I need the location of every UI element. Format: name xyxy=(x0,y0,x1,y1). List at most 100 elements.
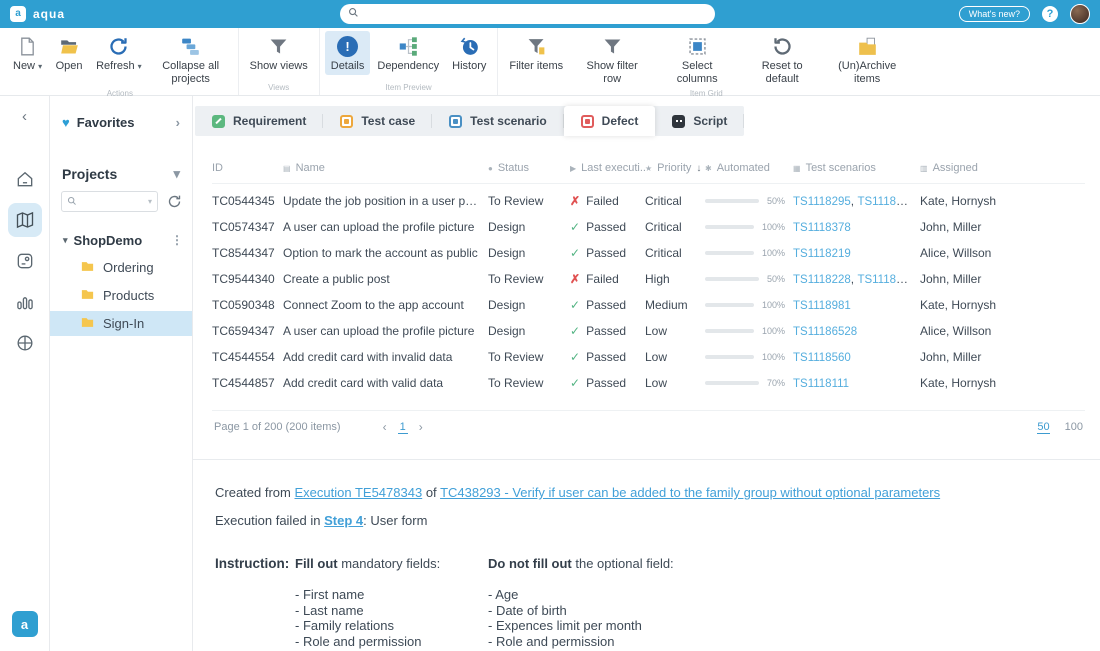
refresh-button[interactable]: Refresh ▾ xyxy=(90,31,148,75)
instruction-item: - First name xyxy=(295,587,488,603)
tab-test-scenario[interactable]: Test scenario xyxy=(432,106,563,136)
rail-release-icon[interactable] xyxy=(8,244,42,278)
aqua-logo-icon[interactable]: a xyxy=(12,611,38,637)
filter-items-icon xyxy=(523,35,549,57)
un-archive-items-button[interactable]: (Un)Archive items xyxy=(825,31,909,87)
global-search[interactable] xyxy=(340,4,715,24)
scenario-link[interactable]: TS1118295 xyxy=(793,196,851,208)
projects-section-header[interactable]: Projects ▾ xyxy=(50,166,192,182)
dependency-button[interactable]: Dependency xyxy=(371,31,445,75)
current-page[interactable]: 1 xyxy=(398,421,408,434)
whats-new-button[interactable]: What's new? xyxy=(959,6,1030,22)
column-header-status[interactable]: ●Status xyxy=(488,162,570,174)
page-size-50[interactable]: 50 xyxy=(1037,421,1049,434)
rail-chart-icon[interactable] xyxy=(8,285,42,319)
favorites-label: Favorites xyxy=(77,115,135,130)
progress-bar xyxy=(705,277,759,281)
testcase-link[interactable]: TC438293 - Verify if user can be added t… xyxy=(440,485,940,500)
instruction-item: - Last name xyxy=(295,603,488,619)
filter-row-icon xyxy=(599,35,625,57)
show-filter-row-button[interactable]: Show filter row xyxy=(570,31,654,87)
chevron-down-icon[interactable]: ▾ xyxy=(173,166,180,182)
instruction-block: Instruction: Fill out mandatory fields:-… xyxy=(215,556,1080,649)
person-icon: ▥ xyxy=(920,164,928,173)
cell-status: Design xyxy=(488,246,570,260)
rail-home-icon[interactable] xyxy=(8,162,42,196)
history-button[interactable]: History xyxy=(446,31,492,75)
tree-item-products[interactable]: Products xyxy=(50,283,192,308)
new-button[interactable]: New ▾ xyxy=(7,31,48,75)
scenario-link[interactable]: TS1118111 xyxy=(793,378,849,390)
created-from-line: Created from Execution TE5478343 of TC43… xyxy=(215,483,1080,503)
kebab-menu-icon[interactable]: ⋮ xyxy=(171,233,183,247)
column-header-name[interactable]: ▤Name xyxy=(283,162,488,174)
search-icon xyxy=(348,5,359,23)
table-row[interactable]: TC4544554Add credit card with invalid da… xyxy=(212,344,1085,370)
help-icon[interactable]: ? xyxy=(1042,6,1058,22)
chevron-down-icon[interactable]: ▾ xyxy=(148,197,152,206)
column-header-last-executi[interactable]: ▶Last executi... xyxy=(570,162,645,174)
table-row[interactable]: TC8544347Option to mark the account as p… xyxy=(212,240,1085,266)
collapse-sidebar-icon[interactable]: ‹ xyxy=(22,108,27,125)
select-columns-icon xyxy=(684,35,710,57)
cell-priority: Critical xyxy=(645,194,705,208)
scenario-link[interactable]: TS1118228 xyxy=(793,274,851,286)
details-button[interactable]: !Details xyxy=(325,31,371,75)
main-content: RequirementTest caseTest scenarioDefectS… xyxy=(193,96,1100,651)
tab-defect[interactable]: Defect xyxy=(564,106,656,136)
scenario-link[interactable]: TS1118219 xyxy=(793,248,851,260)
favorites-section[interactable]: ♥ Favorites › xyxy=(50,110,192,134)
table-row[interactable]: TC0590348Connect Zoom to the app account… xyxy=(212,292,1085,318)
cell-name: Add credit card with invalid data xyxy=(283,350,488,364)
column-header-assigned[interactable]: ▥Assigned xyxy=(920,162,1085,174)
scenario-link[interactable]: TS1118203 xyxy=(857,194,915,208)
page-size-100[interactable]: 100 xyxy=(1065,421,1083,434)
aqua-logo[interactable]: a aqua xyxy=(10,6,65,22)
execution-link[interactable]: Execution TE5478343 xyxy=(295,485,423,500)
column-header-priority[interactable]: ★Priority ↓ xyxy=(645,162,705,174)
cell-name: A user can upload the profile picture xyxy=(283,324,488,338)
table-row[interactable]: TC6594347A user can upload the profile p… xyxy=(212,318,1085,344)
table-row[interactable]: TC0544345Update the job position in a us… xyxy=(212,188,1085,214)
projects-search[interactable]: ▾ xyxy=(61,191,158,212)
table-row[interactable]: TC4544857Add credit card with valid data… xyxy=(212,370,1085,396)
tree-root-shopdemo[interactable]: ▾ ShopDemo ⋮ xyxy=(50,228,192,252)
item-type-tabs: RequirementTest caseTest scenarioDefectS… xyxy=(193,106,1100,136)
reset-to-default-button[interactable]: Reset to default xyxy=(740,31,824,87)
chevron-right-icon[interactable]: › xyxy=(176,115,180,130)
open-button[interactable]: Open xyxy=(49,31,89,75)
scenario-link[interactable]: TS11186528 xyxy=(793,326,857,338)
tab-script[interactable]: Script xyxy=(655,106,744,136)
avatar[interactable] xyxy=(1070,4,1090,24)
scenario-link[interactable]: TS1118981 xyxy=(793,300,851,312)
prev-page-icon[interactable]: ‹ xyxy=(383,420,387,434)
table-row[interactable]: TC9544340Create a public postTo Review✗F… xyxy=(212,266,1085,292)
step-link[interactable]: Step 4 xyxy=(324,513,363,528)
next-page-icon[interactable]: › xyxy=(419,420,423,434)
tree-item-ordering[interactable]: Ordering xyxy=(50,255,192,280)
tree-item-sign-in[interactable]: Sign-In xyxy=(50,311,192,336)
tab-requirement[interactable]: Requirement xyxy=(195,106,323,136)
global-search-input[interactable] xyxy=(364,8,707,20)
chevron-down-icon[interactable]: ▾ xyxy=(63,235,68,246)
projects-search-input[interactable] xyxy=(80,196,145,208)
select-columns-button[interactable]: Select columns xyxy=(655,31,739,87)
scenario-link[interactable]: TS1118560 xyxy=(793,352,851,364)
grid-body: TC0544345Update the job position in a us… xyxy=(212,188,1085,396)
column-header-automated[interactable]: ✱Automated xyxy=(705,162,793,174)
tab-test-case[interactable]: Test case xyxy=(323,106,432,136)
column-header-test-scenarios[interactable]: ▦Test scenarios xyxy=(793,162,920,174)
cell-status: To Review xyxy=(488,194,570,208)
test-case-icon xyxy=(340,115,353,128)
rail-globe-icon[interactable] xyxy=(8,326,42,360)
rail-map-icon[interactable] xyxy=(8,203,42,237)
scenario-link[interactable]: TS1118378 xyxy=(793,222,851,234)
refresh-projects-icon[interactable] xyxy=(165,193,183,211)
show-views-button[interactable]: Show views xyxy=(244,31,314,75)
table-row[interactable]: TC0574347A user can upload the profile p… xyxy=(212,214,1085,240)
instruction-item: - Family relations xyxy=(295,618,488,634)
collapse-all-projects-button[interactable]: Collapse all projects xyxy=(149,31,233,87)
scenario-link[interactable]: TS1118002 xyxy=(857,272,915,286)
filter-items-button[interactable]: Filter items xyxy=(503,31,569,75)
column-header-id[interactable]: ID xyxy=(212,162,283,174)
